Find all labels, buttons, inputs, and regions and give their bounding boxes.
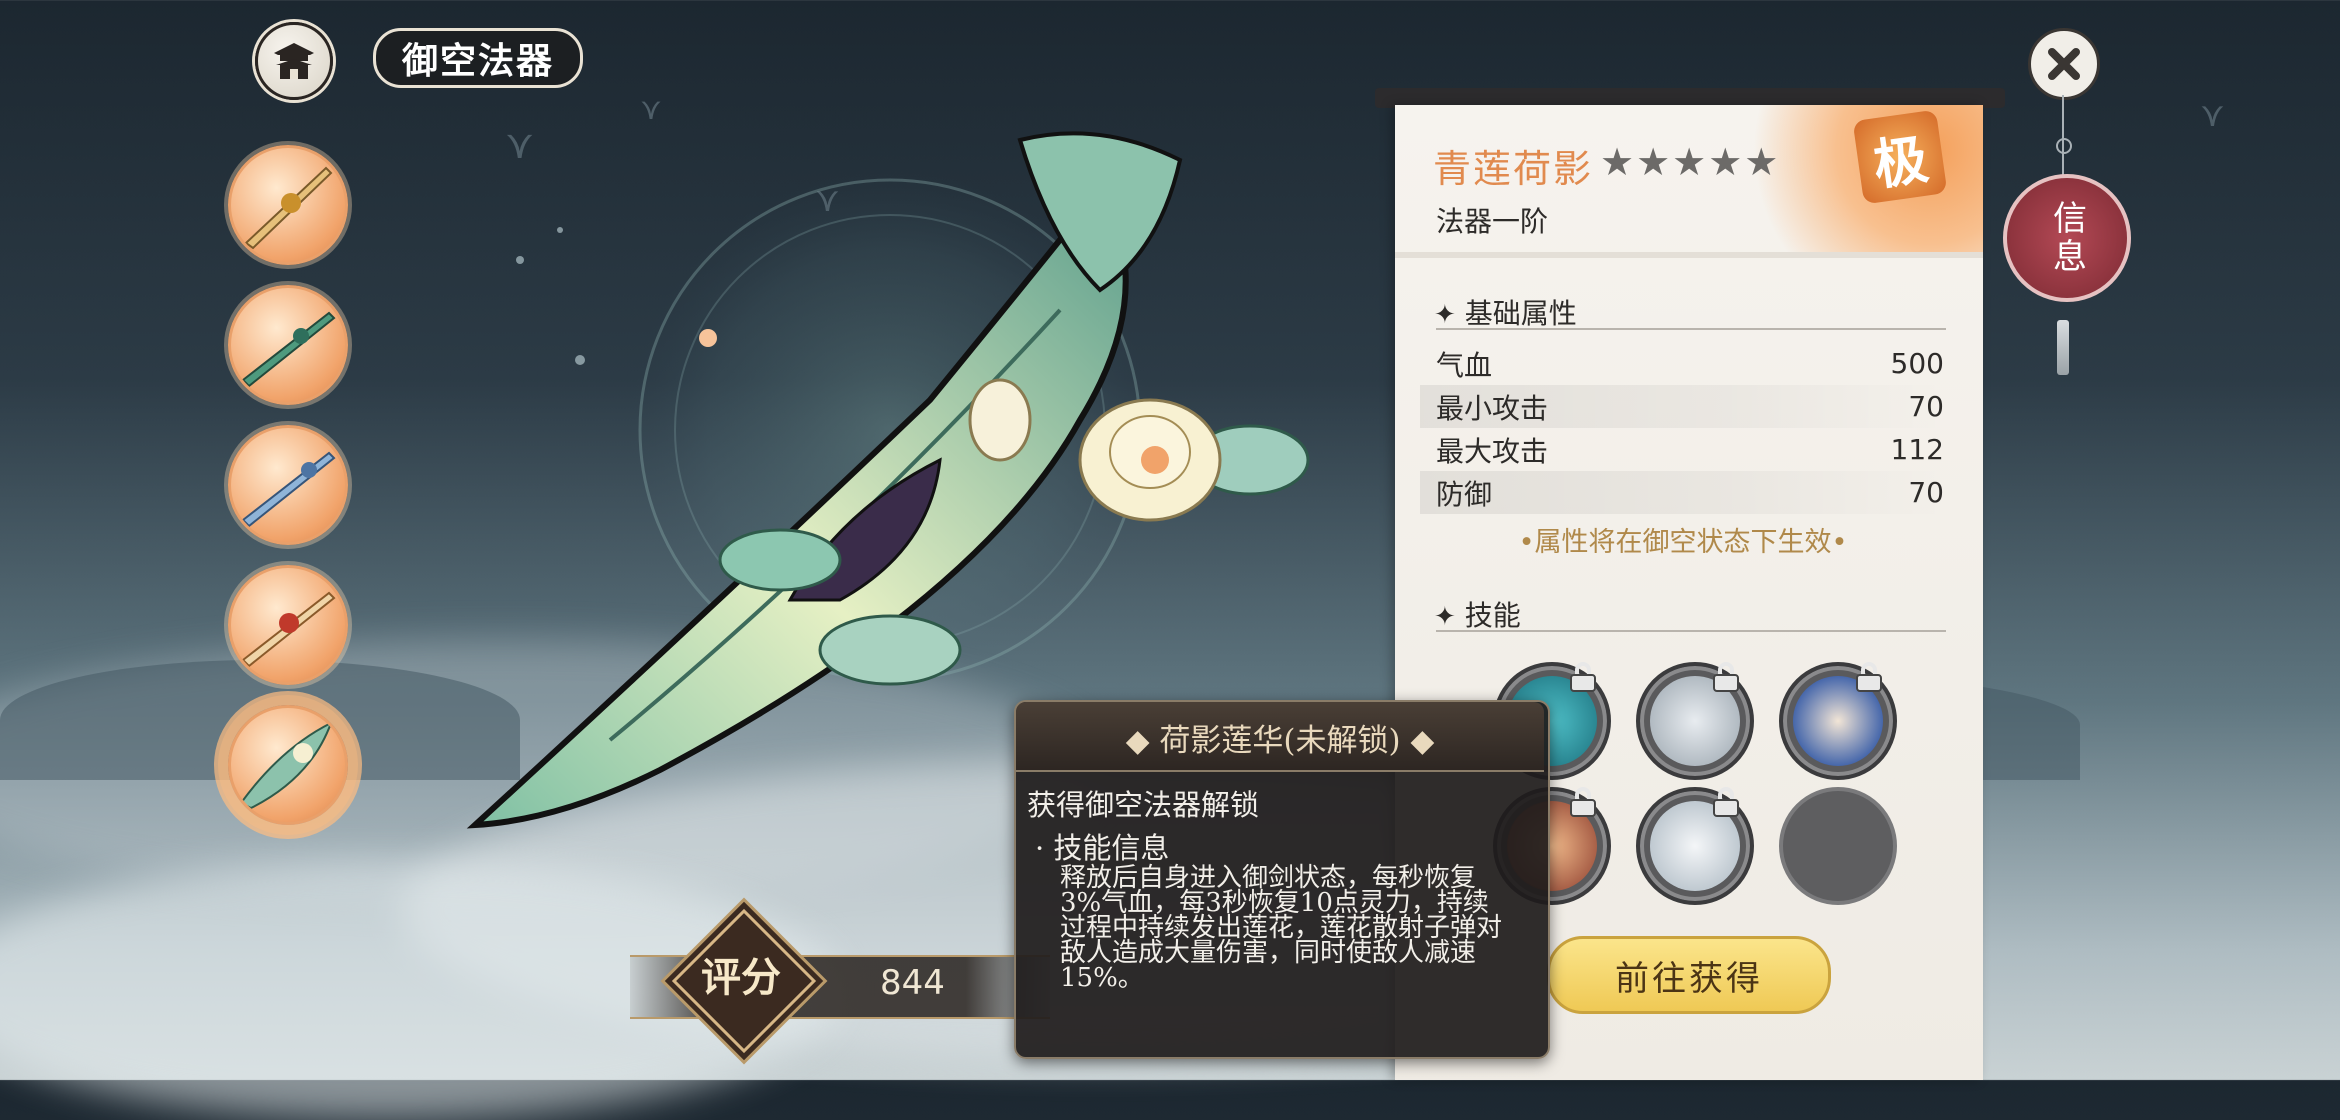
stat-value: 70 [1908,390,1944,423]
lock-icon [1713,787,1739,817]
divider [1395,252,1983,258]
close-button[interactable] [2028,28,2100,100]
lock-icon [1713,662,1739,692]
pavilion-icon [274,43,314,79]
divider [1436,328,1946,330]
crane-icon: ⋎ [640,92,662,127]
score-value: 844 [880,963,945,1003]
golden-sword-icon [244,166,333,250]
base-stats-heading: ✦ 基础属性 [1434,292,1577,332]
skill-tooltip-title: ◆ 荷影莲华(未解锁) ◆ [1125,723,1435,759]
weapon-slot-lotus-leaf[interactable] [228,705,348,825]
stat-value: 70 [1908,476,1944,509]
stat-label: 气血 [1436,348,1493,382]
divider [1436,630,1946,632]
stat-value: 112 [1890,433,1944,466]
stat-label: 防御 [1436,477,1493,511]
stat-note: •属性将在御空状态下生效• [1518,527,1848,558]
close-icon [2048,48,2080,80]
obtain-button[interactable]: 前往获得 [1547,936,1831,1014]
skill-description: 释放后自身进入御剑状态，每秒恢复3%气血，每3秒恢复10点灵力，持续过程中持续发… [1060,863,1503,993]
diamond-ornament-icon: ✦ [1434,602,1456,632]
base-stats-heading-label: 基础属性 [1464,297,1577,330]
skills-heading-label: 技能 [1464,599,1521,632]
tab-info-label: 信息 [2046,200,2087,276]
stat-row: 防御 70 [1420,471,1946,514]
stat-row: 气血 500 [1420,342,1946,385]
stat-row: 最大攻击 112 [1420,428,1946,471]
lock-icon [1570,787,1596,817]
lotus-leaf-icon [239,720,333,810]
weapon-slot-jade-sword[interactable] [228,285,348,405]
item-tier: 法器一阶 [1436,205,1549,238]
rank-seal-badge: 极 [1852,109,1948,205]
jade-sword-icon [241,311,336,388]
stat-label: 最大攻击 [1436,434,1549,468]
home-button[interactable] [255,22,333,100]
tab-string [2062,95,2064,175]
crimson-sword-icon [241,591,336,668]
weapon-slot-azure-sword[interactable] [228,425,348,545]
item-name: 青莲荷影 [1433,147,1594,191]
lock-icon [1570,662,1596,692]
score-label: 评分 [701,954,781,1001]
stat-value: 500 [1890,347,1944,380]
tab-tassel [2057,320,2069,375]
stat-label: 最小攻击 [1436,391,1549,425]
tab-ring [2056,138,2072,154]
lock-icon [1856,662,1882,692]
page-title: 御空法器 [373,28,584,88]
skill-unlock-condition: 获得御空法器解锁 [1027,788,1260,822]
diamond-ornament-icon: ✦ [1434,300,1456,330]
azure-sword-icon [241,451,336,528]
skill-empty-slot [1779,787,1897,905]
skill-info-heading: · 技能信息 [1035,831,1170,865]
crane-icon: ⋎ [2200,95,2225,135]
tab-info[interactable]: 信息 [2003,174,2131,302]
skills-heading: ✦ 技能 [1434,594,1521,634]
stat-row: 最小攻击 70 [1420,385,1946,428]
weapon-slot-golden-sword[interactable] [228,145,348,265]
star-rating: ★★★★★ [1600,140,1781,184]
weapon-slot-crimson-sword[interactable] [228,565,348,685]
